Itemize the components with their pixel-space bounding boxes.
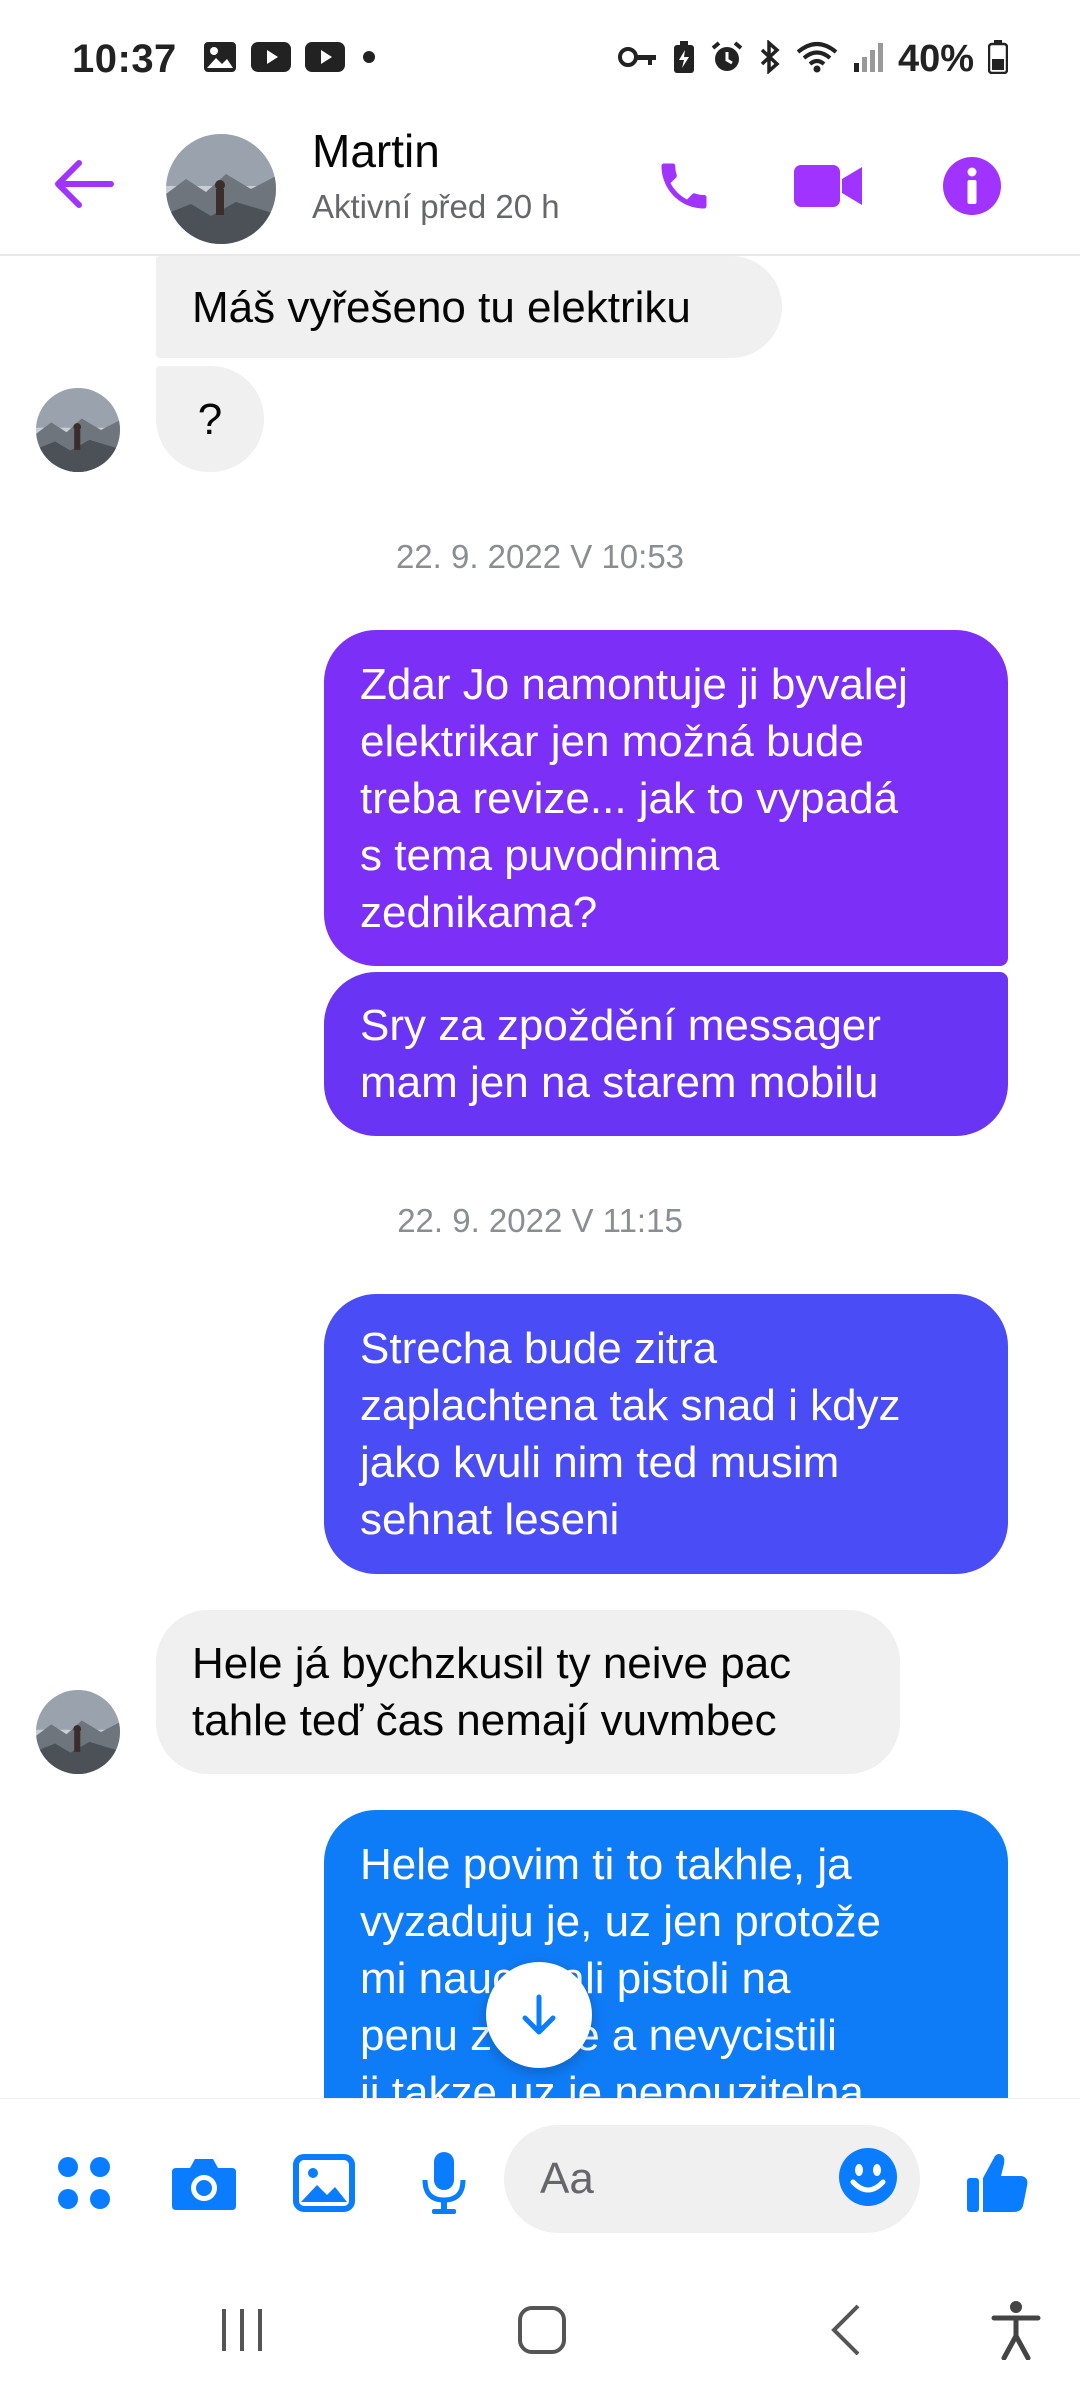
- dot-icon: [359, 47, 379, 72]
- accessibility-icon: [991, 2301, 1041, 2360]
- message-list[interactable]: Máš vyřešeno tu elektriku ? 22. 9. 2022 …: [0, 256, 1080, 2098]
- image-icon: [293, 2154, 355, 2212]
- status-bar: 10:37 40%: [0, 0, 1080, 118]
- contact-avatar[interactable]: [166, 134, 276, 244]
- microphone-icon: [422, 2152, 466, 2214]
- gallery-button[interactable]: [288, 2147, 360, 2219]
- accessibility-button[interactable]: [976, 2290, 1056, 2370]
- battery-saver-icon: [672, 40, 696, 79]
- message-bubble-outgoing[interactable]: Strecha bude zitra zaplachtena tak snad …: [324, 1294, 1008, 1574]
- signal-icon: [852, 41, 884, 78]
- four-dots-icon: [58, 2157, 110, 2209]
- messenger-screen: 10:37 40% Martin Aktivní před 20 h Máš v…: [0, 0, 1080, 2400]
- message-timestamp: 22. 9. 2022 V 10:53: [395, 538, 685, 575]
- back-nav-button[interactable]: [806, 2290, 886, 2370]
- like-button[interactable]: [962, 2147, 1034, 2219]
- scroll-to-bottom-button[interactable]: [486, 1962, 592, 2068]
- thumbs-up-icon: [967, 2154, 1028, 2212]
- message-bubble-outgoing[interactable]: Sry za zpoždění messager mam jen na star…: [324, 972, 1008, 1136]
- message-timestamp: 22. 9. 2022 V 11:15: [397, 1202, 683, 1239]
- sender-avatar[interactable]: [36, 388, 120, 472]
- vpn-key-icon: [617, 45, 658, 74]
- emoji-button[interactable]: [828, 2137, 908, 2217]
- message-composer: Aa: [0, 2098, 1080, 2260]
- contact-name[interactable]: Martin: [312, 124, 440, 178]
- system-navigation-bar: [0, 2260, 1080, 2400]
- message-bubble-incoming[interactable]: Hele já bychzkusil ty neive pac tahle te…: [156, 1610, 900, 1774]
- alarm-icon: [710, 40, 744, 79]
- camera-icon: [172, 2159, 236, 2210]
- youtube-icon: [304, 41, 345, 77]
- more-actions-button[interactable]: [48, 2147, 120, 2219]
- arrow-down-icon: [522, 1994, 556, 2035]
- message-bubble-outgoing[interactable]: Zdar Jo namontuje ji byvalej elektrikar …: [324, 630, 1008, 966]
- home-button[interactable]: [502, 2290, 582, 2370]
- video-call-button[interactable]: [788, 146, 868, 226]
- status-time: 10:37: [72, 36, 177, 81]
- gallery-icon: [203, 41, 237, 78]
- contact-activity-status: Aktivní před 20 h: [312, 188, 560, 225]
- sender-avatar[interactable]: [36, 1690, 120, 1774]
- back-button[interactable]: [48, 148, 120, 220]
- home-square-icon: [518, 2306, 566, 2354]
- camera-button[interactable]: [168, 2147, 240, 2219]
- battery-percent: 40%: [897, 37, 974, 80]
- message-bubble-incoming[interactable]: Máš vyřešeno tu elektriku: [156, 256, 782, 358]
- chevron-left-icon: [831, 2304, 860, 2356]
- wifi-icon: [796, 41, 838, 78]
- video-camera-icon: [794, 165, 862, 207]
- youtube-icon: [250, 41, 291, 77]
- smiley-icon: [839, 2148, 897, 2206]
- arrow-left-icon: [55, 160, 114, 208]
- message-input-placeholder: Aa: [540, 2154, 594, 2203]
- phone-icon: [661, 163, 707, 209]
- voice-call-button[interactable]: [644, 146, 724, 226]
- recent-apps-icon: [222, 2309, 262, 2351]
- bluetooth-icon: [758, 38, 782, 79]
- message-bubble-incoming[interactable]: ?: [156, 366, 264, 472]
- recent-apps-button[interactable]: [202, 2290, 282, 2370]
- conversation-info-button[interactable]: [932, 146, 1012, 226]
- info-icon: [943, 157, 1001, 215]
- conversation-header: Martin Aktivní před 20 h: [0, 118, 1080, 256]
- message-bubble-outgoing[interactable]: Hele povim ti to takhle, ja vyzaduju je,…: [324, 1810, 1008, 2098]
- battery-icon: [987, 39, 1009, 79]
- voice-message-button[interactable]: [408, 2147, 480, 2219]
